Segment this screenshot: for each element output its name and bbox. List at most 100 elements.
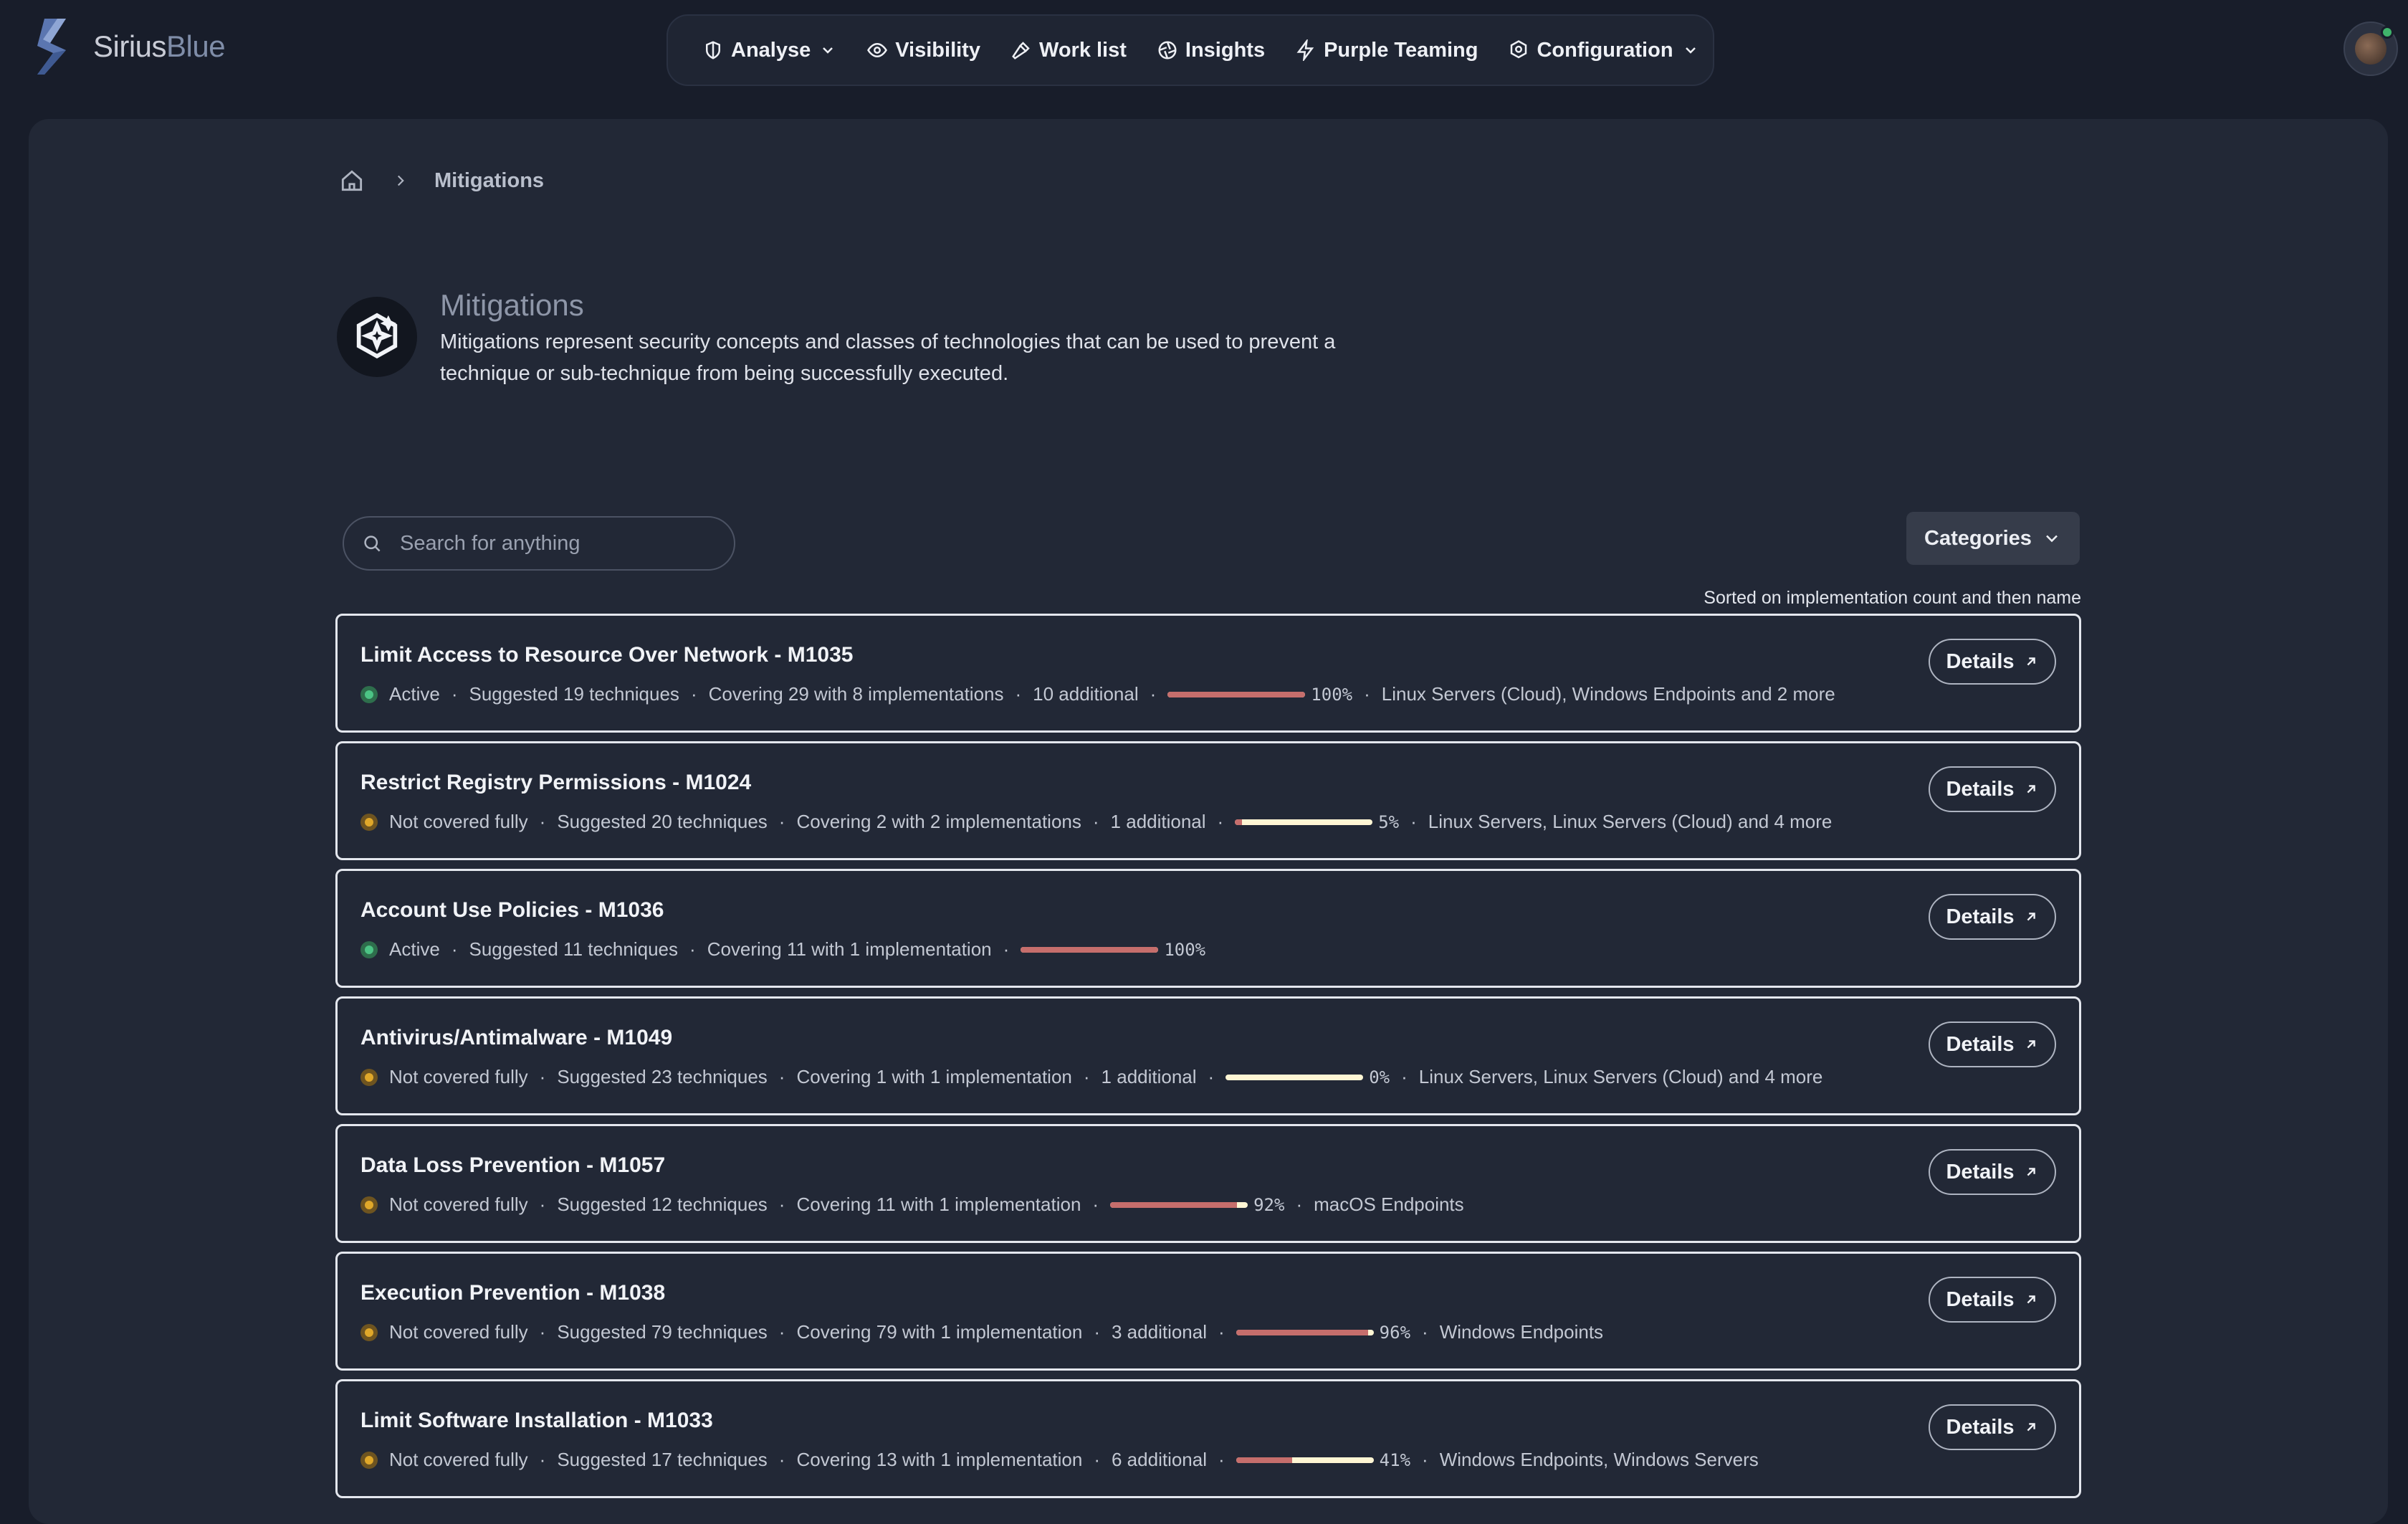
separator-dot: · — [1015, 683, 1022, 705]
shield-icon — [706, 41, 720, 59]
separator-dot: · — [1003, 938, 1010, 960]
coverage-progress-bar — [1236, 1329, 1374, 1335]
nav-purple-teaming[interactable]: Purple Teaming — [1295, 39, 1478, 62]
mitigation-title: Limit Software Installation - M1033 — [360, 1409, 713, 1432]
coverage-progress-fill — [1021, 946, 1159, 953]
mitigation-card[interactable]: Data Loss Prevention - M1057 Not covered … — [335, 1124, 2081, 1243]
logo-text-part2: Blue — [166, 29, 226, 63]
mitigation-title: Restrict Registry Permissions - M1024 — [360, 771, 752, 794]
coverage-progress-bar — [1235, 819, 1373, 825]
status-indicator — [360, 1451, 378, 1469]
separator-dot: · — [1150, 683, 1157, 705]
mitigation-card[interactable]: Account Use Policies - M1036 Active · Sugge… — [335, 869, 2081, 988]
coverage-progress-fill — [1110, 1201, 1237, 1208]
logo[interactable]: SiriusBlue — [29, 16, 226, 77]
search-box[interactable] — [343, 516, 735, 571]
details-button[interactable]: Details — [1929, 1404, 2056, 1450]
separator-dot: · — [1422, 1321, 1428, 1343]
coverage-progress-fill — [1236, 1457, 1293, 1463]
separator-dot: · — [451, 683, 458, 705]
mitigations-list: Limit Access to Resource Over Network - … — [335, 614, 2081, 1507]
nav-work-list[interactable]: Work list — [1010, 39, 1127, 62]
details-button[interactable]: Details — [1929, 1149, 2056, 1195]
additional-count: 10 additional — [1033, 683, 1139, 705]
details-label: Details — [1946, 1415, 2015, 1439]
arrow-up-right-icon — [2027, 1423, 2035, 1432]
details-label: Details — [1946, 905, 2015, 928]
coverage-progress-fill — [1167, 691, 1306, 697]
online-status-indicator — [2381, 26, 2394, 39]
status-text: Not covered fully — [389, 1066, 528, 1087]
mitigation-card[interactable]: Restrict Registry Permissions - M1024 Not… — [335, 741, 2081, 860]
main-nav: Analyse Visibility Work list Insights Pu… — [666, 14, 1714, 86]
categories-dropdown[interactable]: Categories — [1906, 512, 2080, 565]
mitigation-meta: Not covered fully · Suggested 17 technique… — [360, 1449, 2079, 1471]
hammer-icon — [1012, 42, 1030, 59]
suggested-techniques: Suggested 12 techniques — [557, 1194, 768, 1215]
separator-dot: · — [539, 1321, 546, 1343]
mitigation-title: Limit Access to Resource Over Network - … — [360, 643, 854, 667]
nav-visibility[interactable]: Visibility — [866, 39, 980, 62]
separator-dot: · — [778, 1194, 785, 1215]
search-input[interactable] — [400, 531, 730, 556]
details-button[interactable]: Details — [1929, 1277, 2056, 1323]
covering-count: Covering 11 with 1 implementation — [796, 1194, 1081, 1215]
platforms: Windows Endpoints — [1439, 1321, 1604, 1343]
nav-configuration-label: Configuration — [1537, 38, 1673, 62]
mitigation-meta: Active · Suggested 19 techniques · Covering … — [360, 683, 2079, 705]
covering-count: Covering 29 with 8 implementations — [708, 683, 1004, 705]
sirius-logo-icon — [37, 19, 66, 75]
home-icon[interactable] — [338, 167, 366, 194]
avatar-image — [2355, 33, 2386, 65]
platforms: Linux Servers, Linux Servers (Cloud) and… — [1428, 811, 1833, 832]
coverage-progress-fill — [1235, 819, 1242, 825]
details-button[interactable]: Details — [1929, 1021, 2056, 1067]
mitigation-card[interactable]: Limit Software Installation - M1033 Not c… — [335, 1379, 2081, 1498]
top-bar: SiriusBlue Analyse Visibility Work list … — [0, 0, 2408, 108]
mitigation-card[interactable]: Antivirus/Antimalware - M1049 Not covered… — [335, 996, 2081, 1115]
covering-count: Covering 13 with 1 implementation — [796, 1449, 1083, 1470]
nav-insights[interactable]: Insights — [1157, 39, 1265, 62]
suggested-techniques: Suggested 23 techniques — [557, 1066, 768, 1087]
separator-dot: · — [778, 1066, 785, 1087]
separator-dot: · — [778, 1449, 785, 1470]
nav-work-list-label: Work list — [1038, 38, 1127, 62]
sort-note: Sorted on implementation count and then … — [1704, 588, 2081, 608]
details-button[interactable]: Details — [1929, 766, 2056, 812]
separator-dot: · — [1296, 1194, 1303, 1215]
separator-dot: · — [539, 811, 546, 832]
separator-dot: · — [1092, 1194, 1099, 1215]
status-text: Not covered fully — [389, 811, 528, 832]
covering-count: Covering 11 with 1 implementation — [707, 938, 992, 960]
details-button[interactable]: Details — [1929, 639, 2056, 685]
separator-dot: · — [1364, 683, 1370, 705]
additional-count: 3 additional — [1112, 1321, 1207, 1343]
separator-dot: · — [1092, 811, 1099, 832]
coverage-percent: 5% — [1378, 811, 1400, 832]
mitigation-card[interactable]: Execution Prevention - M1038 Not covered … — [335, 1252, 2081, 1371]
platforms: Windows Endpoints, Windows Servers — [1439, 1449, 1759, 1470]
chevron-down-icon — [1685, 47, 1696, 54]
mitigation-title: Account Use Policies - M1036 — [360, 898, 664, 922]
eye-icon — [867, 42, 888, 58]
status-indicator — [360, 1068, 378, 1086]
details-label: Details — [1946, 1160, 2015, 1184]
separator-dot: · — [539, 1066, 546, 1087]
suggested-techniques: Suggested 11 techniques — [469, 938, 679, 960]
page-description: Mitigations represent security concepts … — [440, 330, 1336, 385]
user-avatar[interactable] — [2344, 22, 2398, 76]
mitigation-card[interactable]: Limit Access to Resource Over Network - … — [335, 614, 2081, 733]
coverage-percent: 92% — [1253, 1194, 1285, 1215]
breadcrumb: Mitigations — [338, 166, 544, 195]
separator-dot: · — [1218, 1449, 1225, 1470]
nav-analyse[interactable]: Analyse — [702, 39, 836, 62]
coverage-progress-fill — [1236, 1329, 1368, 1335]
status-text: Active — [389, 683, 440, 705]
chevron-down-icon — [823, 47, 833, 54]
suggested-techniques: Suggested 79 techniques — [557, 1321, 768, 1343]
nav-configuration[interactable]: Configuration — [1508, 39, 1698, 62]
separator-dot: · — [778, 1321, 785, 1343]
separator-dot: · — [690, 683, 697, 705]
breadcrumb-current: Mitigations — [434, 168, 545, 192]
details-button[interactable]: Details — [1929, 894, 2056, 940]
